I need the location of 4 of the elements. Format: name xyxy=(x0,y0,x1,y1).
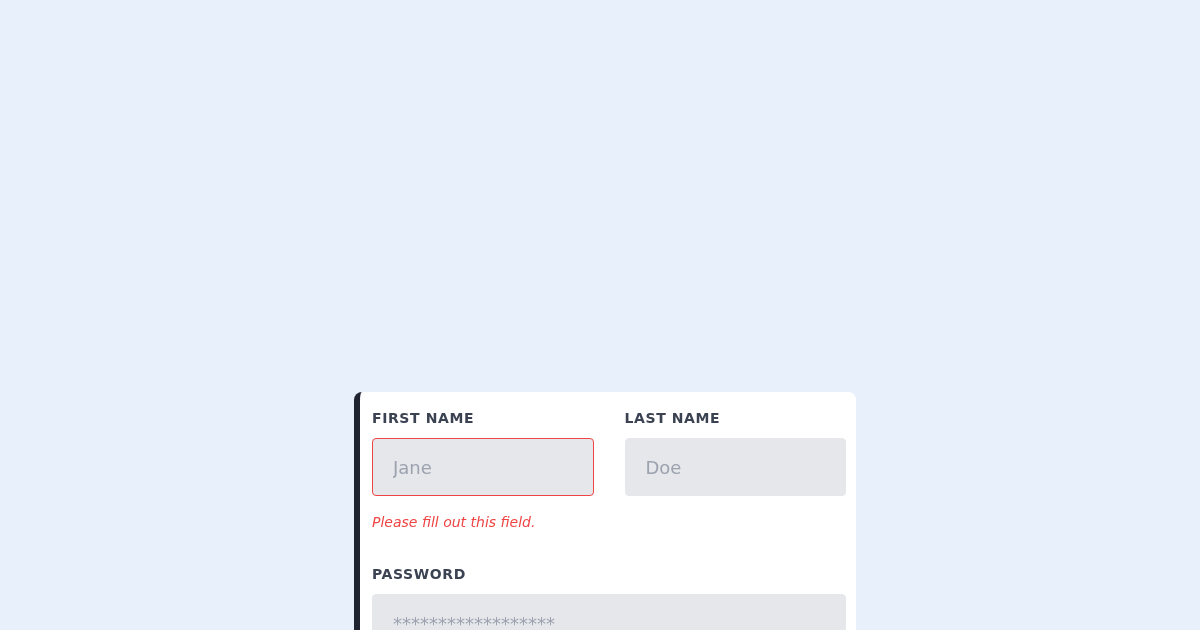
field-label: PASSWORD xyxy=(372,565,467,583)
error-message: Please fill out this field. xyxy=(372,513,537,532)
field-label: LAST NAME xyxy=(624,409,722,427)
field-label: FIRST NAME xyxy=(372,409,476,427)
